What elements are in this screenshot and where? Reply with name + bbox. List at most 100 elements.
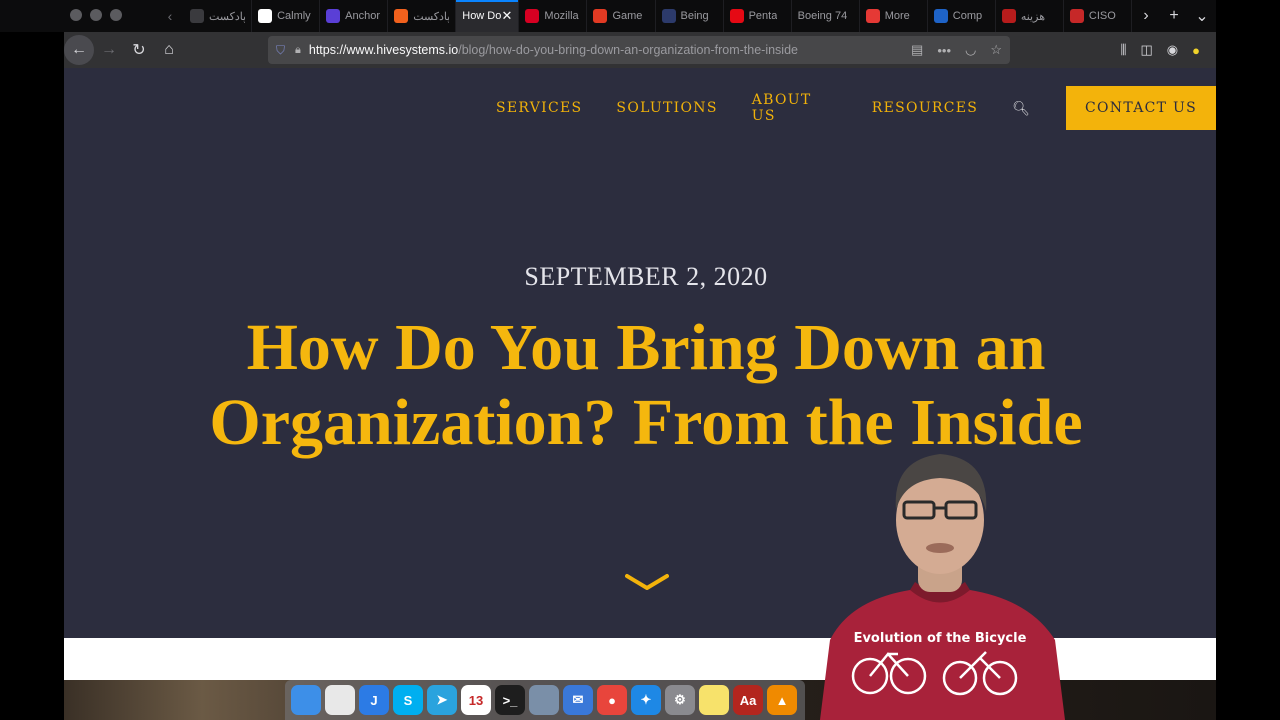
library-icon[interactable]: ⫼ (1121, 42, 1127, 58)
nav-link-solutions[interactable]: SOLUTIONS (616, 100, 717, 116)
scroll-tabs-right-button[interactable]: › (1132, 0, 1160, 32)
navigation-toolbar: ← → ↻ ⌂ ⛉ 🔒︎ https://www.hivesystems.io/… (64, 32, 1216, 68)
new-tab-button[interactable]: + (1160, 0, 1188, 32)
tab-label: Game (612, 10, 643, 22)
tab[interactable]: More (860, 0, 928, 32)
maximize-window-button[interactable] (110, 9, 122, 21)
stickies-icon[interactable] (699, 685, 729, 715)
sidebar-icon[interactable]: ◫ (1141, 42, 1153, 58)
tab[interactable]: پادکست (184, 0, 253, 32)
home-icon: ⌂ (164, 41, 174, 58)
url-host: https://www.hivesystems.io (308, 43, 459, 57)
plus-icon: + (1169, 7, 1179, 24)
tab-label: Anchor (345, 10, 380, 22)
tab[interactable]: Being (656, 0, 724, 32)
tab-label: Being (680, 10, 709, 22)
chrome-icon[interactable]: ● (597, 685, 627, 715)
url-bar[interactable]: ⛉ 🔒︎ https://www.hivesystems.io/blog/how… (268, 36, 1010, 64)
tab-bar: ‹ پادکست Calmly Anchor پادکست How Do ✕ Mozilla… (64, 0, 1216, 32)
tab-label: Mozilla (544, 10, 579, 22)
tab[interactable]: Penta (724, 0, 792, 32)
tab-label: More (884, 10, 910, 22)
tab-label: هزینه (1020, 10, 1045, 23)
scroll-tabs-left-button[interactable]: ‹ (156, 0, 184, 32)
skype-icon[interactable]: S (393, 685, 423, 715)
tab[interactable]: Calmly (252, 0, 321, 32)
tab[interactable]: پادکست (388, 0, 457, 32)
extension-icon[interactable]: ● (1192, 43, 1200, 58)
mail-icon[interactable]: ✉ (563, 685, 593, 715)
tab[interactable]: Anchor (320, 0, 389, 32)
tab[interactable]: Comp (928, 0, 996, 32)
jetbrains-icon[interactable]: J (359, 685, 389, 715)
netflix-icon (729, 9, 744, 23)
toolbar-right: ⫼ ◫ ◉ ● (1121, 42, 1216, 58)
tab-active[interactable]: How Do ✕ (456, 0, 520, 32)
tab-label: پادکست (209, 10, 246, 23)
vlc-icon[interactable]: ▲ (767, 685, 797, 715)
account-icon[interactable]: ◉ (1167, 42, 1178, 58)
chevron-left-icon: ‹ (167, 8, 173, 24)
close-tab-icon[interactable]: ✕ (502, 8, 513, 24)
bookmark-star-icon[interactable]: ☆ (990, 42, 1002, 58)
chevron-down-icon: ⌄ (1195, 8, 1209, 25)
presenter-webcam-overlay: Evolution of the Bicycle (820, 454, 1065, 720)
finder-icon[interactable] (291, 685, 321, 715)
calendar-icon[interactable]: 13 (461, 685, 491, 715)
tab-label: Boeing 74 (797, 10, 848, 22)
url-bar-actions: ▤ ••• ◡ ☆ (911, 42, 1002, 58)
pocket-icon (525, 9, 540, 23)
pocket-icon[interactable]: ◡ (965, 42, 976, 58)
tab[interactable]: Boeing 74 (792, 0, 860, 32)
safari-icon[interactable]: ✦ (631, 685, 661, 715)
nav-link-about-us[interactable]: ABOUT US (752, 92, 838, 124)
window-controls (0, 0, 84, 32)
arrow-right-icon: → (101, 41, 117, 58)
nav-link-resources[interactable]: RESOURCES (872, 100, 978, 116)
podcast-icon (190, 9, 204, 23)
close-window-button[interactable] (70, 9, 82, 21)
scroll-down-chevron-icon[interactable] (625, 573, 669, 591)
contact-us-button[interactable]: CONTACT US (1065, 86, 1216, 130)
post-title: How Do You Bring Down an Organization? F… (154, 310, 1138, 460)
site-navigation: SERVICES SOLUTIONS ABOUT US RESOURCES 🔍︎… (496, 86, 1216, 130)
system-preferences-icon[interactable]: ⚙ (665, 685, 695, 715)
telegram-icon[interactable]: ➤ (427, 685, 457, 715)
red-site-icon (1001, 9, 1016, 23)
tab-label: پادکست (413, 10, 450, 23)
tab[interactable]: Mozilla (519, 0, 588, 32)
lock-icon[interactable]: 🔒︎ (295, 44, 301, 57)
anchor-app-icon (326, 9, 341, 23)
dictionary-icon[interactable]: Aa (733, 685, 763, 715)
tab-label: Calmly (277, 10, 311, 22)
s-site-icon (933, 9, 948, 23)
tracking-protection-shield-icon[interactable]: ⛉ (276, 43, 285, 58)
textedit-icon[interactable] (325, 685, 355, 715)
arrow-left-icon: ← (71, 41, 87, 58)
reload-icon: ↻ (132, 42, 146, 59)
page-actions-icon[interactable]: ••• (937, 43, 951, 58)
post-date: SEPTEMBER 2, 2020 (524, 262, 768, 291)
being-icon (661, 9, 676, 23)
nav-link-services[interactable]: SERVICES (496, 100, 582, 116)
list-all-tabs-button[interactable]: ⌄ (1188, 0, 1216, 32)
lotus-icon (258, 9, 273, 23)
terminal-icon[interactable]: >_ (495, 685, 525, 715)
tab[interactable]: CISO (1064, 0, 1132, 32)
chevron-right-icon: › (1143, 7, 1149, 24)
minimize-window-button[interactable] (90, 9, 102, 21)
home-button[interactable]: ⌂ (154, 35, 184, 65)
reader-view-icon[interactable]: ▤ (911, 42, 923, 58)
tab[interactable]: هزینه (996, 0, 1064, 32)
castbox-icon (394, 9, 409, 23)
preview-icon[interactable] (529, 685, 559, 715)
search-icon[interactable]: 🔍︎ (1012, 100, 1030, 117)
forward-button[interactable]: → (94, 35, 124, 65)
tab[interactable]: Game (587, 0, 656, 32)
url-text[interactable]: https://www.hivesystems.io/blog/how-do-y… (309, 43, 798, 57)
reload-button[interactable]: ↻ (124, 35, 154, 65)
tab-label: How Do (462, 10, 502, 22)
post-title-line-1: How Do You Bring Down an (246, 311, 1046, 384)
tab-label: CISO (1088, 10, 1116, 22)
back-button[interactable]: ← (64, 35, 94, 65)
